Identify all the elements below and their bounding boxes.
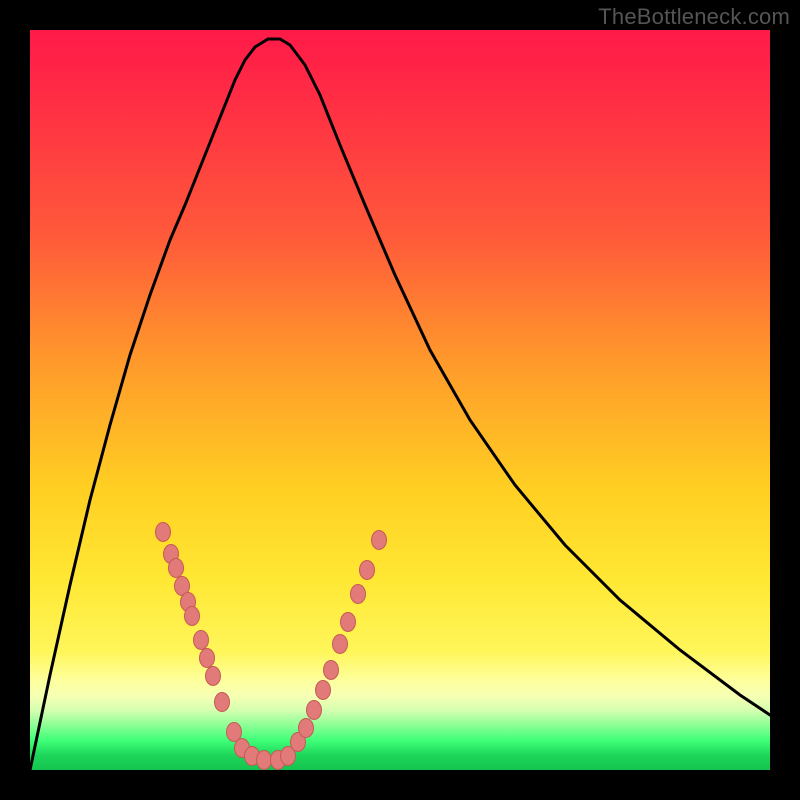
data-markers <box>156 523 387 770</box>
data-marker <box>316 681 331 700</box>
watermark-text: TheBottleneck.com <box>598 4 790 30</box>
data-marker <box>351 585 366 604</box>
data-marker <box>156 523 171 542</box>
chart-frame: TheBottleneck.com <box>0 0 800 800</box>
data-marker <box>215 693 230 712</box>
data-marker <box>360 561 375 580</box>
data-marker <box>299 719 314 738</box>
curve-svg <box>30 30 770 770</box>
plot-area <box>30 30 770 770</box>
data-marker <box>206 667 221 686</box>
data-marker <box>372 531 387 550</box>
data-marker <box>200 649 215 668</box>
bottleneck-curve <box>30 39 770 770</box>
data-marker <box>307 701 322 720</box>
data-marker <box>333 635 348 654</box>
data-marker <box>324 661 339 680</box>
data-marker <box>257 751 272 770</box>
data-marker <box>185 607 200 626</box>
data-marker <box>194 631 209 650</box>
data-marker <box>169 559 184 578</box>
data-marker <box>341 613 356 632</box>
